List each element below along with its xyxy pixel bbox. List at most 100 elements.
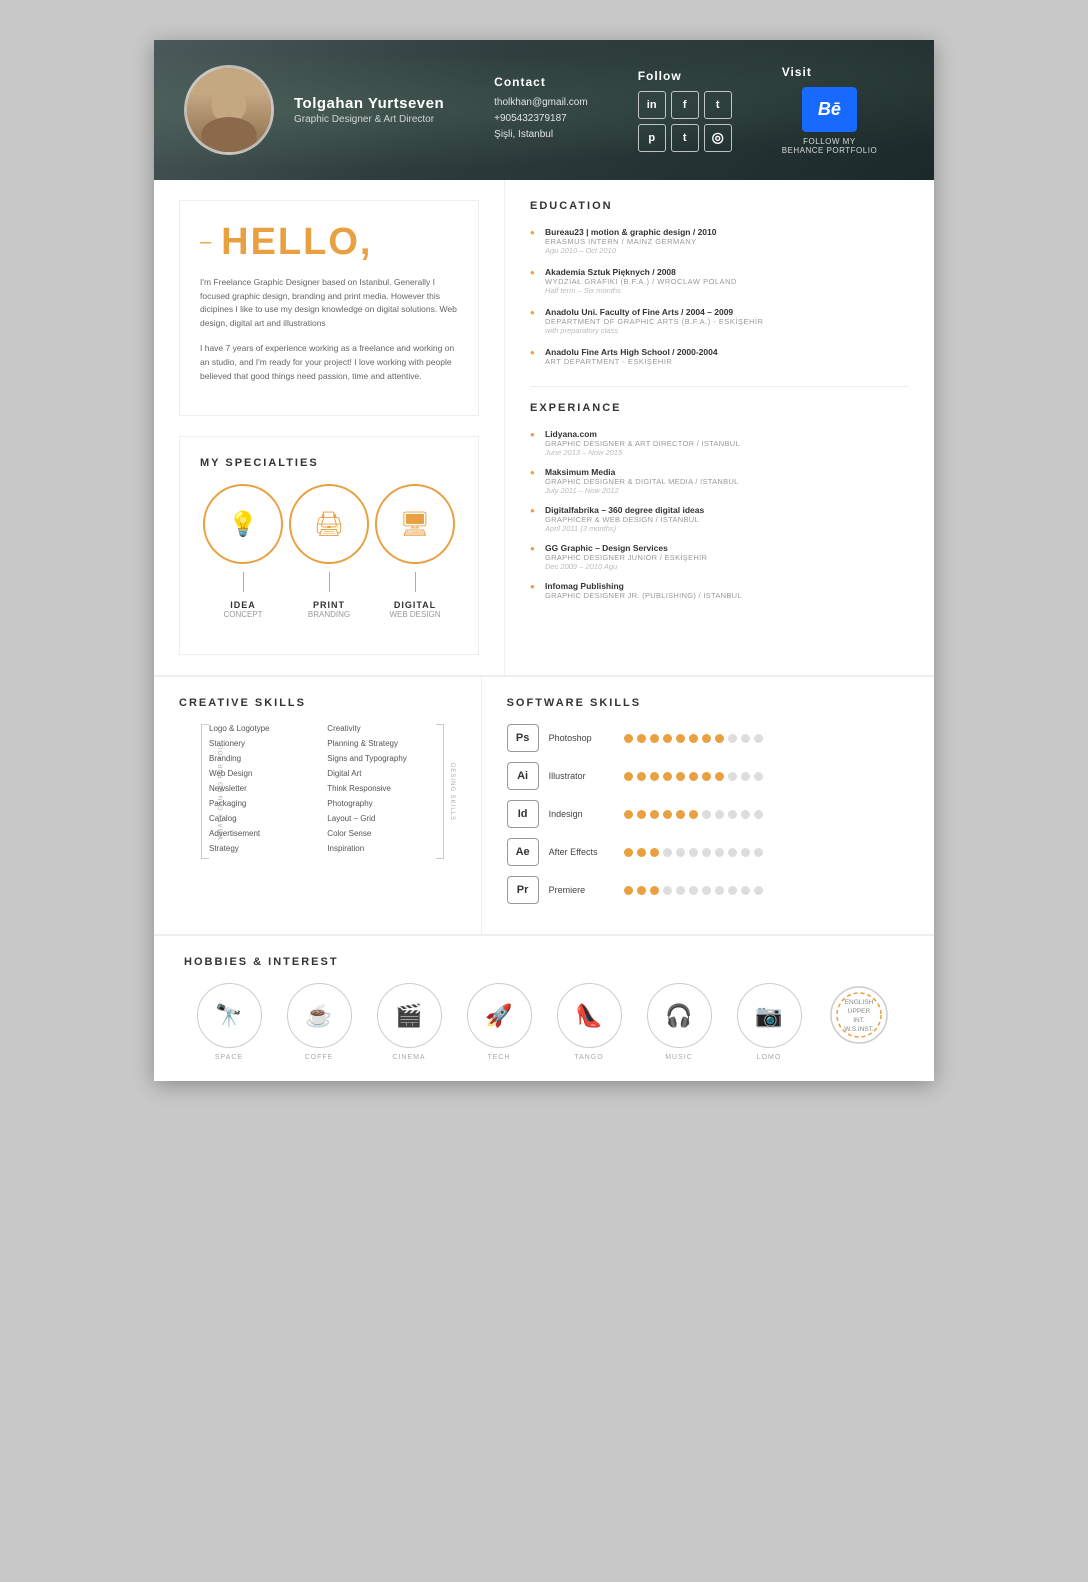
- software-skill-row: AeAfter Effects: [507, 838, 909, 866]
- linkedin-icon[interactable]: in: [638, 91, 666, 119]
- skills-col-1: Logo & LogotypeStationeryBrandingWeb Des…: [209, 724, 317, 859]
- hobbies-title: HOBBIES & INTEREST: [184, 956, 904, 968]
- twitter-icon[interactable]: t: [704, 91, 732, 119]
- digital-circle: 🖥: [375, 484, 455, 564]
- idea-sublabel: CONCEPT: [223, 610, 262, 619]
- education-section: EDUCATION Bureau23 | motion & graphic de…: [530, 200, 909, 366]
- creative-skill-item: Strategy: [209, 844, 317, 853]
- print-label: PRINT: [313, 600, 345, 610]
- exp-company: GG Graphic – Design Services: [545, 543, 909, 553]
- hobby-circle: 🚀: [467, 983, 532, 1048]
- dot-filled: [702, 772, 711, 781]
- dot-filled: [637, 734, 646, 743]
- dot-empty: [715, 810, 724, 819]
- dot-filled: [663, 772, 672, 781]
- edu-sub: WYDZIAŁ GRAFIKI (B.F.A.) / WROCLAW POLAN…: [545, 277, 909, 286]
- software-skills-section: SOFTWARE SKILLS PsPhotoshopAiIllustrator…: [482, 677, 934, 934]
- dot-empty: [663, 848, 672, 857]
- creative-skill-item: Creativity: [327, 724, 435, 733]
- dot-filled: [650, 886, 659, 895]
- hobby-item: 👠 TANGO: [557, 983, 622, 1061]
- digital-label: DIGITAL: [394, 600, 436, 610]
- exp-date: June 2013 – Now 2015: [545, 448, 909, 457]
- dot-filled: [637, 886, 646, 895]
- education-item: Anadolu Uni. Faculty of Fine Arts / 2004…: [530, 307, 909, 335]
- edu-sub: ERASMUS INTERN / MAINZ GERMANY: [545, 237, 909, 246]
- digital-sublabel: WEB DESIGN: [389, 610, 440, 619]
- software-name: Illustrator: [549, 771, 624, 781]
- dot-empty: [741, 848, 750, 857]
- facebook-icon[interactable]: f: [671, 91, 699, 119]
- specialties-section: MY SPECIALTIES 💡 IDEA CONCEPT 🖨: [179, 436, 479, 655]
- dot-empty: [702, 848, 711, 857]
- edu-date: Agu 2010 – Oct 2010: [545, 246, 909, 255]
- resume-container: Tolgahan Yurtseven Graphic Designer & Ar…: [154, 40, 934, 1081]
- dot-empty: [754, 810, 763, 819]
- hobby-circle: 👠: [557, 983, 622, 1048]
- dot-filled: [650, 734, 659, 743]
- experience-section: EXPERIANCE Lidyana.com GRAPHIC DESIGNER …: [530, 402, 909, 600]
- education-items: Bureau23 | motion & graphic design / 201…: [530, 227, 909, 366]
- creative-skill-item: Digital Art: [327, 769, 435, 778]
- exp-company: Lidyana.com: [545, 429, 909, 439]
- exp-company: Digitalfabrika – 360 degree digital idea…: [545, 505, 909, 515]
- exp-date: Dec 2009 – 2010 Agu: [545, 562, 909, 571]
- hobby-item: 🚀 TECH: [467, 983, 532, 1061]
- hobby-label: MUSIC: [665, 1054, 693, 1061]
- dot-filled: [676, 772, 685, 781]
- idea-line: [243, 572, 244, 592]
- edu-name: Anadolu Uni. Faculty of Fine Arts / 2004…: [545, 307, 909, 317]
- bottom-section: CREATIVE SKILLS WHAT I CAN DO FOR YOU Lo…: [154, 676, 934, 934]
- software-icon: Ai: [507, 762, 539, 790]
- lightbulb-icon: 💡: [228, 510, 258, 539]
- experience-item: Infomag Publishing GRAPHIC DESIGNER JR. …: [530, 581, 909, 600]
- dot-empty: [702, 886, 711, 895]
- exp-role: GRAPHIC DESIGNER JR. (PUBLISHING) / ISTA…: [545, 591, 909, 600]
- software-skill-row: PsPhotoshop: [507, 724, 909, 752]
- dot-empty: [728, 810, 737, 819]
- software-skill-items: PsPhotoshopAiIllustratorIdIndesignAeAfte…: [507, 724, 909, 904]
- experience-item: Maksimum Media GRAPHIC DESIGNER & DIGITA…: [530, 467, 909, 495]
- person-name: Tolgahan Yurtseven: [294, 95, 444, 112]
- exp-role: GRAPHIC DESIGNER JUNIOR / ESKİŞEHİR: [545, 553, 909, 562]
- print-line: [329, 572, 330, 592]
- name-block: Tolgahan Yurtseven Graphic Designer & Ar…: [294, 95, 444, 125]
- experience-item: GG Graphic – Design Services GRAPHIC DES…: [530, 543, 909, 571]
- follow-block: Follow in f t p t ◎: [638, 69, 732, 152]
- edu-name: Anadolu Fine Arts High School / 2000-200…: [545, 347, 909, 357]
- dot-empty: [663, 886, 672, 895]
- follow-label: Follow: [638, 69, 732, 83]
- dot-filled: [650, 772, 659, 781]
- exp-company: Maksimum Media: [545, 467, 909, 477]
- hobby-label: SPACE: [215, 1054, 243, 1061]
- hello-dash: –: [200, 231, 213, 254]
- creative-skill-item: Think Responsive: [327, 784, 435, 793]
- hobby-circle: 🎬: [377, 983, 442, 1048]
- dot-empty: [715, 886, 724, 895]
- experience-items: Lidyana.com GRAPHIC DESIGNER & ART DIREC…: [530, 429, 909, 600]
- dot-empty: [754, 772, 763, 781]
- dot-empty: [754, 734, 763, 743]
- skill-dots: [624, 810, 763, 819]
- hobby-circle: 🎧: [647, 983, 712, 1048]
- edu-name: Bureau23 | motion & graphic design / 201…: [545, 227, 909, 237]
- pinterest-icon[interactable]: p: [638, 124, 666, 152]
- dot-empty: [689, 848, 698, 857]
- education-item: Akademia Sztuk Pięknych / 2008 WYDZIAŁ G…: [530, 267, 909, 295]
- tumblr-icon[interactable]: t: [671, 124, 699, 152]
- dot-empty: [728, 886, 737, 895]
- software-skill-row: Ai Illustrator: [507, 762, 909, 790]
- dot-filled: [637, 772, 646, 781]
- software-icon: Pr: [507, 876, 539, 904]
- instagram-icon[interactable]: ◎: [704, 124, 732, 152]
- experience-title: EXPERIANCE: [530, 402, 909, 414]
- behance-icon[interactable]: Bē: [802, 87, 857, 132]
- dot-empty: [715, 848, 724, 857]
- right-skills-label: DESING SKILLS: [449, 763, 455, 821]
- left-bracket: [201, 724, 209, 859]
- hobby-label: COFFE: [305, 1054, 334, 1061]
- hello-para1: I'm Freelance Graphic Designer based on …: [200, 276, 458, 330]
- dot-filled: [624, 810, 633, 819]
- dot-empty: [728, 772, 737, 781]
- dot-empty: [754, 886, 763, 895]
